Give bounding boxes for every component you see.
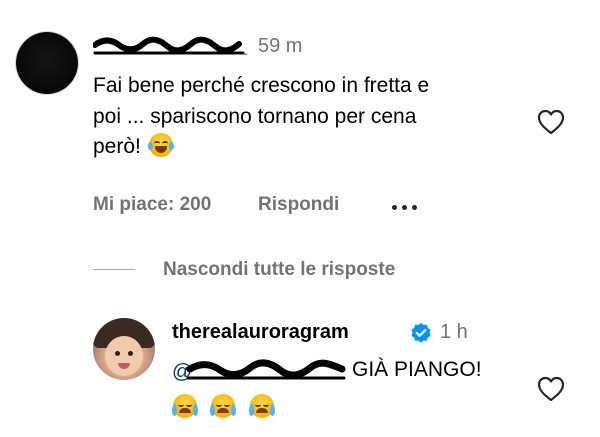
comment-timestamp: 59 m [258,35,303,57]
more-options-icon[interactable] [392,197,428,211]
comment-text-line-last: però! [93,132,533,163]
commenter-avatar[interactable] [16,32,78,94]
redacted-mention-scribble: @ [172,359,346,383]
reply-text: GIÀ PIANGO! [352,358,482,381]
reply-emoji-row [172,394,284,419]
comment-text-line: Fai bene perché crescono in fretta e [93,74,430,97]
reply-avatar[interactable] [93,318,155,380]
reply-username[interactable]: therealauroragram [172,320,349,344]
like-count-button[interactable]: Mi piace: 200 [93,193,211,217]
comment-text-line: poi ... spariscono tornano per cena [93,104,417,128]
heart-outline-icon[interactable] [537,109,565,135]
redacted-username-scribble [93,36,245,55]
heart-outline-icon[interactable] [537,376,565,402]
comment-text: Fai bene perché crescono in fretta e poi… [93,71,533,163]
tears-of-joy-emoji-icon [147,133,174,157]
verified-badge-icon [411,323,431,343]
loudly-crying-face-emoji-icon [172,394,198,418]
thread-divider [93,269,135,270]
reply-timestamp: 1 h [440,321,468,343]
commenter-username-suffix[interactable]: _ [236,34,247,58]
loudly-crying-face-emoji-icon [210,394,237,418]
loudly-crying-face-emoji-icon [248,394,275,418]
hide-replies-button[interactable]: Nascondi tutte le risposte [163,258,395,282]
reply-button[interactable]: Rispondi [258,193,339,217]
